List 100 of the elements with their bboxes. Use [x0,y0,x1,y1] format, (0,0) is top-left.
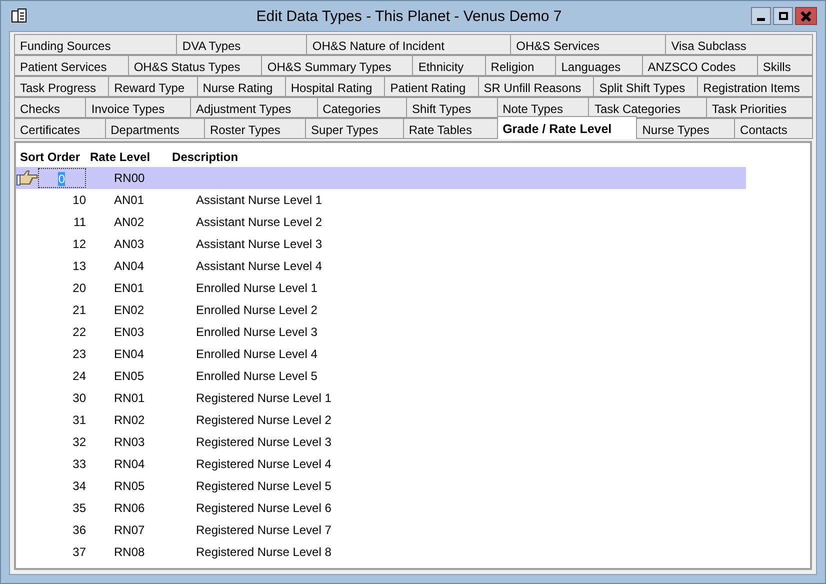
table-cell-text: 22 [72,325,86,339]
table-row[interactable]: 32 RN03 Registered Nurse Level 3 [16,431,810,453]
column-header: Rate Level [90,150,150,164]
tab[interactable]: SR Unfill Reasons [478,76,594,97]
table-cell: Assistant Nurse Level 2 [196,215,322,229]
table-cell-text: EN04 [114,347,146,361]
table-cell-text: RN08 [114,545,146,559]
tab[interactable]: Grade / Rate Level [496,116,638,139]
table-cell: Registered Nurse Level 6 [196,501,332,515]
tab[interactable]: Checks [14,97,86,118]
tab[interactable]: Registration Items [697,76,813,97]
table-row[interactable]: 20 EN01 Enrolled Nurse Level 1 [16,277,810,299]
table-row[interactable]: 21 EN02 Enrolled Nurse Level 2 [16,299,810,321]
tab[interactable]: Religion [484,55,556,76]
table-cell: Registered Nurse Level 5 [196,479,332,493]
tab[interactable]: OH&S Services [510,34,666,55]
table-row[interactable]: 34 RN05 Registered Nurse Level 5 [16,475,810,497]
tab[interactable]: Skills [756,55,813,76]
tab[interactable]: Nurse Rating [196,76,286,97]
table-cell-text: 12 [72,237,86,251]
table-cell-text: AN04 [114,259,146,273]
table-cell-text: 11 [72,215,86,229]
tab[interactable]: Task Priorities [706,97,813,118]
table-cell-text: RN00 [114,171,146,185]
tab[interactable]: Shift Types [406,97,498,118]
table-row[interactable]: 11 AN02 Assistant Nurse Level 2 [16,211,810,233]
table-cell: Enrolled Nurse Level 2 [196,303,318,317]
table-cell-text: RN06 [114,501,146,515]
tab[interactable]: Ethnicity [412,55,486,76]
table-row[interactable]: 12 AN03 Assistant Nurse Level 3 [16,233,810,255]
tab[interactable]: DVA Types [176,34,308,55]
tab[interactable]: Rate Tables [402,118,498,139]
tab[interactable]: Adjustment Types [190,97,318,118]
table-cell-text: 35 [72,501,86,515]
tab[interactable]: Patient Rating [384,76,479,97]
table-cell-text: EN02 [114,303,146,317]
table-cell-text: 31 [72,413,86,427]
table-cell: 0 [38,168,86,188]
tab[interactable]: Reward Type [108,76,198,97]
tab[interactable]: OH&S Nature of Incident [306,34,512,55]
table-row[interactable]: 13 AN04 Assistant Nurse Level 4 [16,255,810,277]
tab[interactable]: Super Types [305,118,404,139]
table-cell-text: EN01 [114,281,146,295]
table-cell-text: 20 [72,281,86,295]
tab[interactable]: Certificates [14,118,106,139]
table-cell: Enrolled Nurse Level 4 [196,347,318,361]
table-cell-text: 30 [72,391,86,405]
table-cell-text: RN04 [114,457,146,471]
table-cell-text: AN01 [114,193,146,207]
tab[interactable]: Categories [316,97,407,118]
table-cell-text: 10 [72,193,86,207]
tab[interactable]: Contacts [734,118,813,139]
table-cell-text: EN05 [114,369,146,383]
table-cell-text: 34 [72,479,86,493]
table-cell-text: 13 [72,259,86,273]
table-cell: Registered Nurse Level 1 [196,391,332,405]
table-row[interactable]: 30 RN01 Registered Nurse Level 1 [16,387,810,409]
table-cell: Assistant Nurse Level 1 [196,193,322,207]
tab[interactable]: Funding Sources [14,34,178,55]
table-cell-text: 21 [72,303,86,317]
close-button[interactable] [795,7,817,25]
tab[interactable]: Invoice Types [85,97,191,118]
window-title: Edit Data Types - This Planet - Venus Demo 7 [255,8,563,24]
table-row[interactable]: 10 AN01 Assistant Nurse Level 1 [16,189,810,211]
tab[interactable]: Hospital Rating [284,76,386,97]
tab[interactable]: Languages [555,55,643,76]
tab[interactable]: Task Categories [588,97,707,118]
tab[interactable]: Split Shift Types [593,76,698,97]
table-cell-text: 32 [72,435,86,449]
table-cell-text: 23 [72,347,86,361]
table-cell-text: RN03 [114,435,146,449]
tab[interactable]: Roster Types [204,118,306,139]
table-cell-text: RN01 [114,391,146,405]
table-row[interactable]: 23 EN04 Enrolled Nurse Level 4 [16,343,810,365]
table-row[interactable]: 35 RN06 Registered Nurse Level 6 [16,497,810,519]
tab[interactable]: Nurse Types [636,118,736,139]
table-row[interactable]: 31 RN02 Registered Nurse Level 2 [16,409,810,431]
table-row[interactable]: 24 EN05 Enrolled Nurse Level 5 [16,365,810,387]
column-header: Sort Order [19,150,82,164]
table-cell-text: RN02 [114,413,146,427]
tab[interactable]: Visa Subclass [665,34,814,55]
table-cell-text: AN03 [114,237,146,251]
table-row[interactable]: 36 RN07 Registered Nurse Level 7 [16,519,810,541]
tab[interactable]: Patient Services [14,55,129,76]
tab[interactable]: ANZSCO Codes [642,55,758,76]
table-row[interactable]: 22 EN03 Enrolled Nurse Level 3 [16,321,810,343]
table-cell-text: 24 [72,369,86,383]
table-cell-text: AN02 [114,215,146,229]
table-cell-text: 36 [72,523,86,537]
tab[interactable]: OH&S Summary Types [261,55,414,76]
table-cell-text: RN07 [114,523,146,537]
minimize-button[interactable] [751,7,771,25]
tab[interactable]: Task Progress [14,76,110,97]
table-row[interactable]: 37 RN08 Registered Nurse Level 8 [16,541,810,563]
table-row[interactable]: 33 RN04 Registered Nurse Level 4 [16,453,810,475]
maximize-button[interactable] [773,7,793,25]
table-cell-text: EN03 [114,325,146,339]
tab[interactable]: Departments [104,118,205,139]
tab[interactable]: OH&S Status Types [128,55,262,76]
table-row[interactable]: 0 RN00 [16,167,746,189]
